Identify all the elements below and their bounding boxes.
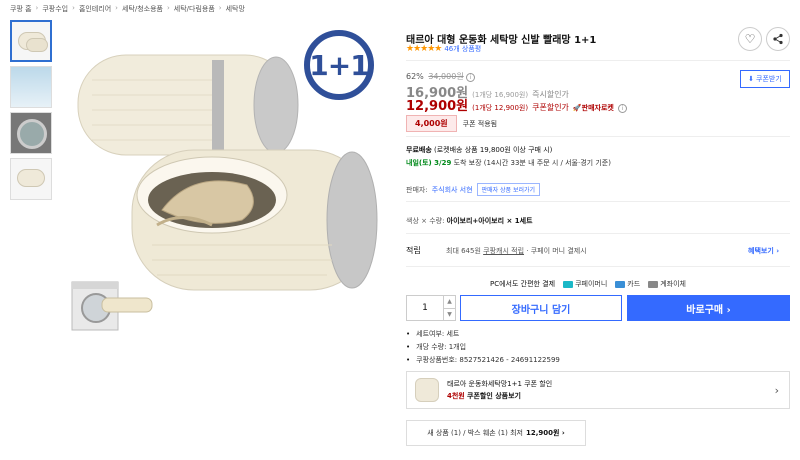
detail-item: 쿠팡상품번호: 8527521426 - 24691122599 <box>406 355 560 365</box>
breadcrumb: 쿠팡 홈 › 쿠팡수입 › 홈인테리어 › 세탁/청소용품 › 세탁/다림용품 › 세탁망 <box>10 4 245 14</box>
thumbnail-4[interactable] <box>10 158 52 200</box>
other-offers-price: 12,900원 › <box>525 429 565 437</box>
chevron-right-icon: › <box>35 4 39 12</box>
info-icon[interactable]: i <box>466 73 476 82</box>
coupon-promo-card[interactable]: 태르아 운동화세탁망1+1 쿠폰 할인 4천원 쿠폰할인 상품보기 › <box>406 371 790 409</box>
bank-icon <box>648 280 659 288</box>
breadcrumb-item[interactable]: 쿠팡수입 <box>42 4 68 14</box>
product-main-image: 1+1 <box>62 20 382 350</box>
one-plus-one-badge: 1+1 <box>304 30 374 100</box>
card-icon <box>615 280 626 288</box>
buy-now-button[interactable]: 바로구매 › <box>627 295 790 321</box>
quantity-up-icon[interactable]: ▲ <box>444 296 455 309</box>
option-label: 색상 × 수량: <box>406 217 445 225</box>
seller-name-link[interactable]: 주식회사 서현 <box>432 185 473 195</box>
coupang-cash-link[interactable]: 쿠팡캐시 적립 <box>483 247 524 255</box>
divider <box>406 136 790 137</box>
coupon-discount-row: 12,900원 (1개당 12,900원) 쿠폰할인가 🚀판매자로켓 i <box>406 95 627 114</box>
shoe-bag-thumb-image <box>26 38 48 52</box>
coupon-price: 12,900원 <box>406 99 469 114</box>
seller-label: 판매자: <box>406 185 428 194</box>
coupon-amount-tag: 4,000원 <box>406 115 457 132</box>
promo-text: 태르아 운동화세탁망1+1 쿠폰 할인 4천원 쿠폰할인 상품보기 <box>447 378 552 402</box>
option-summary: 색상 × 수량: 아이보리+아이보리 × 1세트 <box>406 216 533 226</box>
divider <box>406 266 790 267</box>
promo-title: 태르아 운동화세탁망1+1 쿠폰 할인 <box>447 380 553 388</box>
reward-amount: 최대 645원 <box>446 246 481 255</box>
promo-cta: 쿠폰할인 상품보기 <box>467 392 521 400</box>
breadcrumb-item[interactable]: 홈인테리어 <box>79 4 111 14</box>
reward-row: 적립 최대 645원 쿠팡캐시 적립 · 쿠페이 머니 결제시 <box>406 245 587 256</box>
star-rating-icon: ★★★★★ <box>406 44 442 54</box>
original-price: 34,000원 <box>428 72 464 81</box>
detail-item: 세트여부: 세트 <box>406 329 560 339</box>
thumbnail-list <box>10 20 52 204</box>
breadcrumb-item[interactable]: 세탁/다림용품 <box>174 4 215 14</box>
arrival-date: 내일(토) 3/29 <box>406 159 452 167</box>
shoe-bag-thumb-image <box>17 169 45 187</box>
washer-drum-thumb-image <box>17 119 47 149</box>
detail-item: 개당 수량: 1개입 <box>406 342 560 352</box>
hanging-bags-thumb-image <box>11 67 51 107</box>
other-offers-button[interactable]: 새 상품 (1) / 박스 훼손 (1) 최저 12,900원 › <box>406 420 586 446</box>
promo-discount: 4천원 <box>447 392 465 400</box>
payment-options: PC에서도 간편한 결제 쿠페이머니 카드 계좌이체 <box>490 279 686 289</box>
reward-label: 적립 <box>406 246 421 255</box>
chevron-right-icon: › <box>218 4 222 12</box>
thumbnail-1[interactable] <box>10 20 52 62</box>
product-details: 세트여부: 세트 개당 수량: 1개입 쿠팡상품번호: 8527521426 -… <box>406 329 560 368</box>
reward-text: 최대 645원 쿠팡캐시 적립 · 쿠페이 머니 결제시 <box>446 246 587 256</box>
download-icon: ⬇ <box>748 75 755 83</box>
heart-icon[interactable]: ♡ <box>738 27 762 51</box>
rating: ★★★★★ 46개 상품평 <box>406 44 481 54</box>
quantity-value[interactable]: 1 <box>407 296 443 320</box>
get-coupon-button[interactable]: ⬇ 쿠폰받기 <box>740 70 790 88</box>
other-offers-text: 새 상품 (1) / 박스 훼손 (1) 최저 <box>427 429 523 437</box>
seller-row: 판매자: 주식회사 서현 판매자 상품 보러가기 <box>406 183 541 196</box>
add-to-cart-button[interactable]: 장바구니 담기 <box>460 295 622 321</box>
coupon-applied-text: 쿠폰 적용됨 <box>462 119 498 128</box>
reward-suffix: · 쿠페이 머니 결제시 <box>526 246 587 255</box>
coupon-unit-price: (1개당 12,900원) <box>472 104 529 112</box>
thumbnail-2[interactable] <box>10 66 52 108</box>
arrival-detail: 도착 보장 (14시간 33분 내 주문 시 / 서울⋅경기 기준) <box>453 159 611 167</box>
chevron-right-icon: › <box>72 4 75 12</box>
free-shipping-detail: (로켓배송 상품 19,800원 이상 구매 시) <box>434 146 553 154</box>
breadcrumb-item[interactable]: 세탁/청소용품 <box>122 4 163 14</box>
discount-row: 62% 34,000원 i <box>406 71 476 82</box>
share-icon[interactable] <box>766 27 790 51</box>
divider <box>406 233 790 234</box>
card-option: 카드 <box>615 279 640 289</box>
breadcrumb-item[interactable]: 세탁망 <box>226 4 245 14</box>
coupon-price-label: 쿠폰할인가 <box>532 103 569 112</box>
chevron-right-icon: › <box>166 4 170 12</box>
discount-rate: 62% <box>406 72 424 81</box>
get-coupon-label: 쿠폰받기 <box>756 75 782 83</box>
divider <box>406 60 790 61</box>
bank-transfer-option: 계좌이체 <box>648 279 686 289</box>
payment-lead: PC에서도 간편한 결제 <box>490 280 556 288</box>
free-shipping-label: 무료배송 <box>406 146 432 154</box>
chevron-right-icon: › <box>115 4 118 12</box>
coupon-tag-row: 4,000원 쿠폰 적용됨 <box>406 115 497 132</box>
seller-rocket-badge: 🚀판매자로켓 <box>572 104 614 112</box>
benefit-link[interactable]: 혜택보기 › <box>748 246 779 256</box>
review-count-link[interactable]: 46개 상품평 <box>444 44 481 54</box>
quantity-arrows: ▲ ▼ <box>443 296 455 320</box>
promo-thumbnail <box>415 378 439 402</box>
chevron-right-icon: › <box>774 383 779 397</box>
coupay-money-option: 쿠페이머니 <box>563 279 607 289</box>
breadcrumb-home[interactable]: 쿠팡 홈 <box>10 4 32 14</box>
thumbnail-3[interactable] <box>10 112 52 154</box>
quantity-down-icon[interactable]: ▼ <box>444 309 455 321</box>
option-value: 아이보리+아이보리 × 1세트 <box>446 217 533 225</box>
divider <box>406 201 790 202</box>
quantity-stepper[interactable]: 1 ▲ ▼ <box>406 295 456 321</box>
coupay-icon <box>563 280 574 288</box>
free-shipping-row: 무료배송 (로켓배송 상품 19,800원 이상 구매 시) <box>406 145 552 155</box>
info-icon[interactable]: i <box>617 104 627 113</box>
seller-products-button[interactable]: 판매자 상품 보러가기 <box>476 183 541 196</box>
arrival-row: 내일(토) 3/29 도착 보장 (14시간 33분 내 주문 시 / 서울⋅경… <box>406 158 611 168</box>
